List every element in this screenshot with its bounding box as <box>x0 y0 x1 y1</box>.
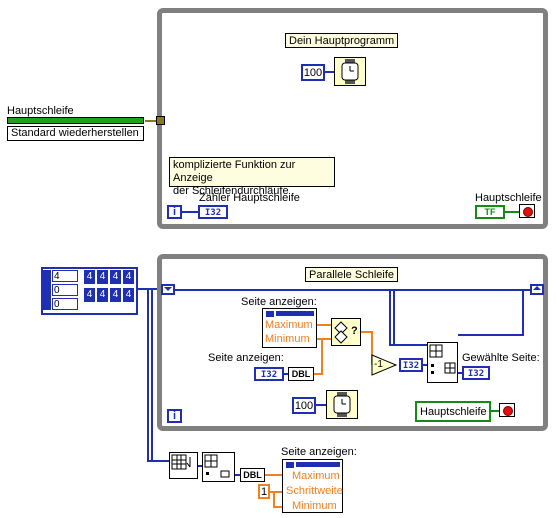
min-property-lower[interactable]: Minimum <box>292 500 337 512</box>
wire-array-down <box>147 288 149 461</box>
wire-step-down <box>273 491 275 507</box>
stop-condition-top[interactable] <box>519 204 535 218</box>
selected-page-label: Gewählte Seite: <box>462 352 540 364</box>
watch-icon <box>333 392 351 417</box>
array-cell-1[interactable]: 4 <box>84 270 95 284</box>
min-property[interactable]: Minimum <box>265 333 310 345</box>
array-cell-3[interactable]: 4 <box>110 270 121 284</box>
stop-condition-bottom[interactable] <box>499 403 515 417</box>
counter-label: Zähler Hauptschleife <box>199 192 300 204</box>
select-icon: ? <box>334 321 358 344</box>
array-cell-7[interactable]: 4 <box>110 288 121 302</box>
iteration-terminal-bottom: i <box>167 409 182 423</box>
up-arrow-icon <box>533 286 541 290</box>
main-loop-ref-label: Hauptschleife <box>7 105 74 117</box>
wire-step <box>270 491 282 493</box>
complex-function-note: komplizierte Funktion zur Anzeige der Sc… <box>169 157 335 197</box>
stop-bool-terminal[interactable]: TF <box>475 205 505 219</box>
select-function[interactable]: ? <box>331 318 361 346</box>
page-display-label-lower: Seite anzeigen: <box>281 446 357 458</box>
array-size-icon <box>171 454 191 470</box>
selected-page-indicator[interactable]: I32 <box>462 366 490 380</box>
wire-shift-return <box>522 289 524 335</box>
array-cell-5[interactable]: 4 <box>84 288 95 302</box>
array-cell-4[interactable]: 4 <box>123 270 134 284</box>
max-property-lower[interactable]: Maximum <box>292 470 340 482</box>
max-property[interactable]: Maximum <box>265 319 313 331</box>
wire-min <box>317 338 331 340</box>
array-index-3[interactable]: 0 <box>52 298 78 310</box>
wire-to-selected <box>458 372 462 374</box>
wire-max <box>317 324 331 326</box>
wire-stop-top <box>505 211 519 213</box>
wait-function-top[interactable] <box>334 57 366 86</box>
index-array-lower[interactable] <box>202 452 235 482</box>
main-program-label: Dein Hauptprogramm <box>285 33 399 48</box>
restore-defaults-button[interactable]: Standard wiederherstellen <box>7 126 144 141</box>
iteration-terminal-top: i <box>167 205 182 219</box>
stop-label-top: Hauptschleife <box>475 192 542 204</box>
array-size-function[interactable] <box>169 452 198 479</box>
decrement-function[interactable]: -1 <box>371 354 398 376</box>
array-subset-icon <box>429 344 456 374</box>
page-indicator-i32[interactable]: I32 <box>254 367 284 381</box>
counter-indicator[interactable]: I32 <box>198 205 228 219</box>
array-cell-8[interactable]: 4 <box>123 288 134 302</box>
array-index-2[interactable]: 0 <box>52 284 78 296</box>
parallel-loop-label: Parallele Schleife <box>305 267 398 282</box>
wire-array-bottom <box>147 460 169 462</box>
main-loop-local-var[interactable]: Hauptschleife <box>415 401 491 422</box>
to-dbl-node[interactable]: DBL <box>288 367 314 381</box>
down-arrow-icon <box>164 287 172 291</box>
wait-constant-bottom[interactable]: 100 <box>292 397 316 414</box>
wire-step-min <box>273 506 282 508</box>
wire-i32-dbl <box>284 373 288 375</box>
wait-constant-top[interactable]: 100 <box>301 64 325 81</box>
step-constant[interactable]: 1 <box>258 484 270 499</box>
wire-array-down-2 <box>151 288 153 461</box>
watch-icon <box>341 59 359 84</box>
array-cell-6[interactable]: 4 <box>97 288 108 302</box>
array-subset-function[interactable] <box>427 342 458 383</box>
wait-function-bottom[interactable] <box>326 390 358 419</box>
wire-stop-bottom <box>491 410 499 412</box>
index-array-icon <box>204 454 230 478</box>
page-display-label-2: Seite anzeigen: <box>208 352 284 364</box>
index-arrows <box>43 270 51 310</box>
wire-dbl-up <box>321 338 323 375</box>
decrement-output-i32: I32 <box>399 358 423 372</box>
wire-iteration-top <box>182 211 198 213</box>
loop-tunnel-top <box>156 116 165 125</box>
step-property-lower[interactable]: Schrittweite <box>286 485 343 497</box>
wire-shift-register <box>175 289 530 291</box>
progress-bar <box>7 117 144 124</box>
wire-shift-down-2 <box>393 289 395 345</box>
wire-shift-return-h <box>458 334 524 336</box>
array-index-1[interactable]: 4 <box>52 270 78 282</box>
wire-to-array-subset <box>389 344 427 346</box>
array-cell-2[interactable]: 4 <box>97 270 108 284</box>
page-display-label-1: Seite anzeigen: <box>241 296 317 308</box>
to-dbl-lower[interactable]: DBL <box>240 468 265 482</box>
wire-shift-down <box>389 289 391 345</box>
svg-text:?: ? <box>351 325 358 337</box>
